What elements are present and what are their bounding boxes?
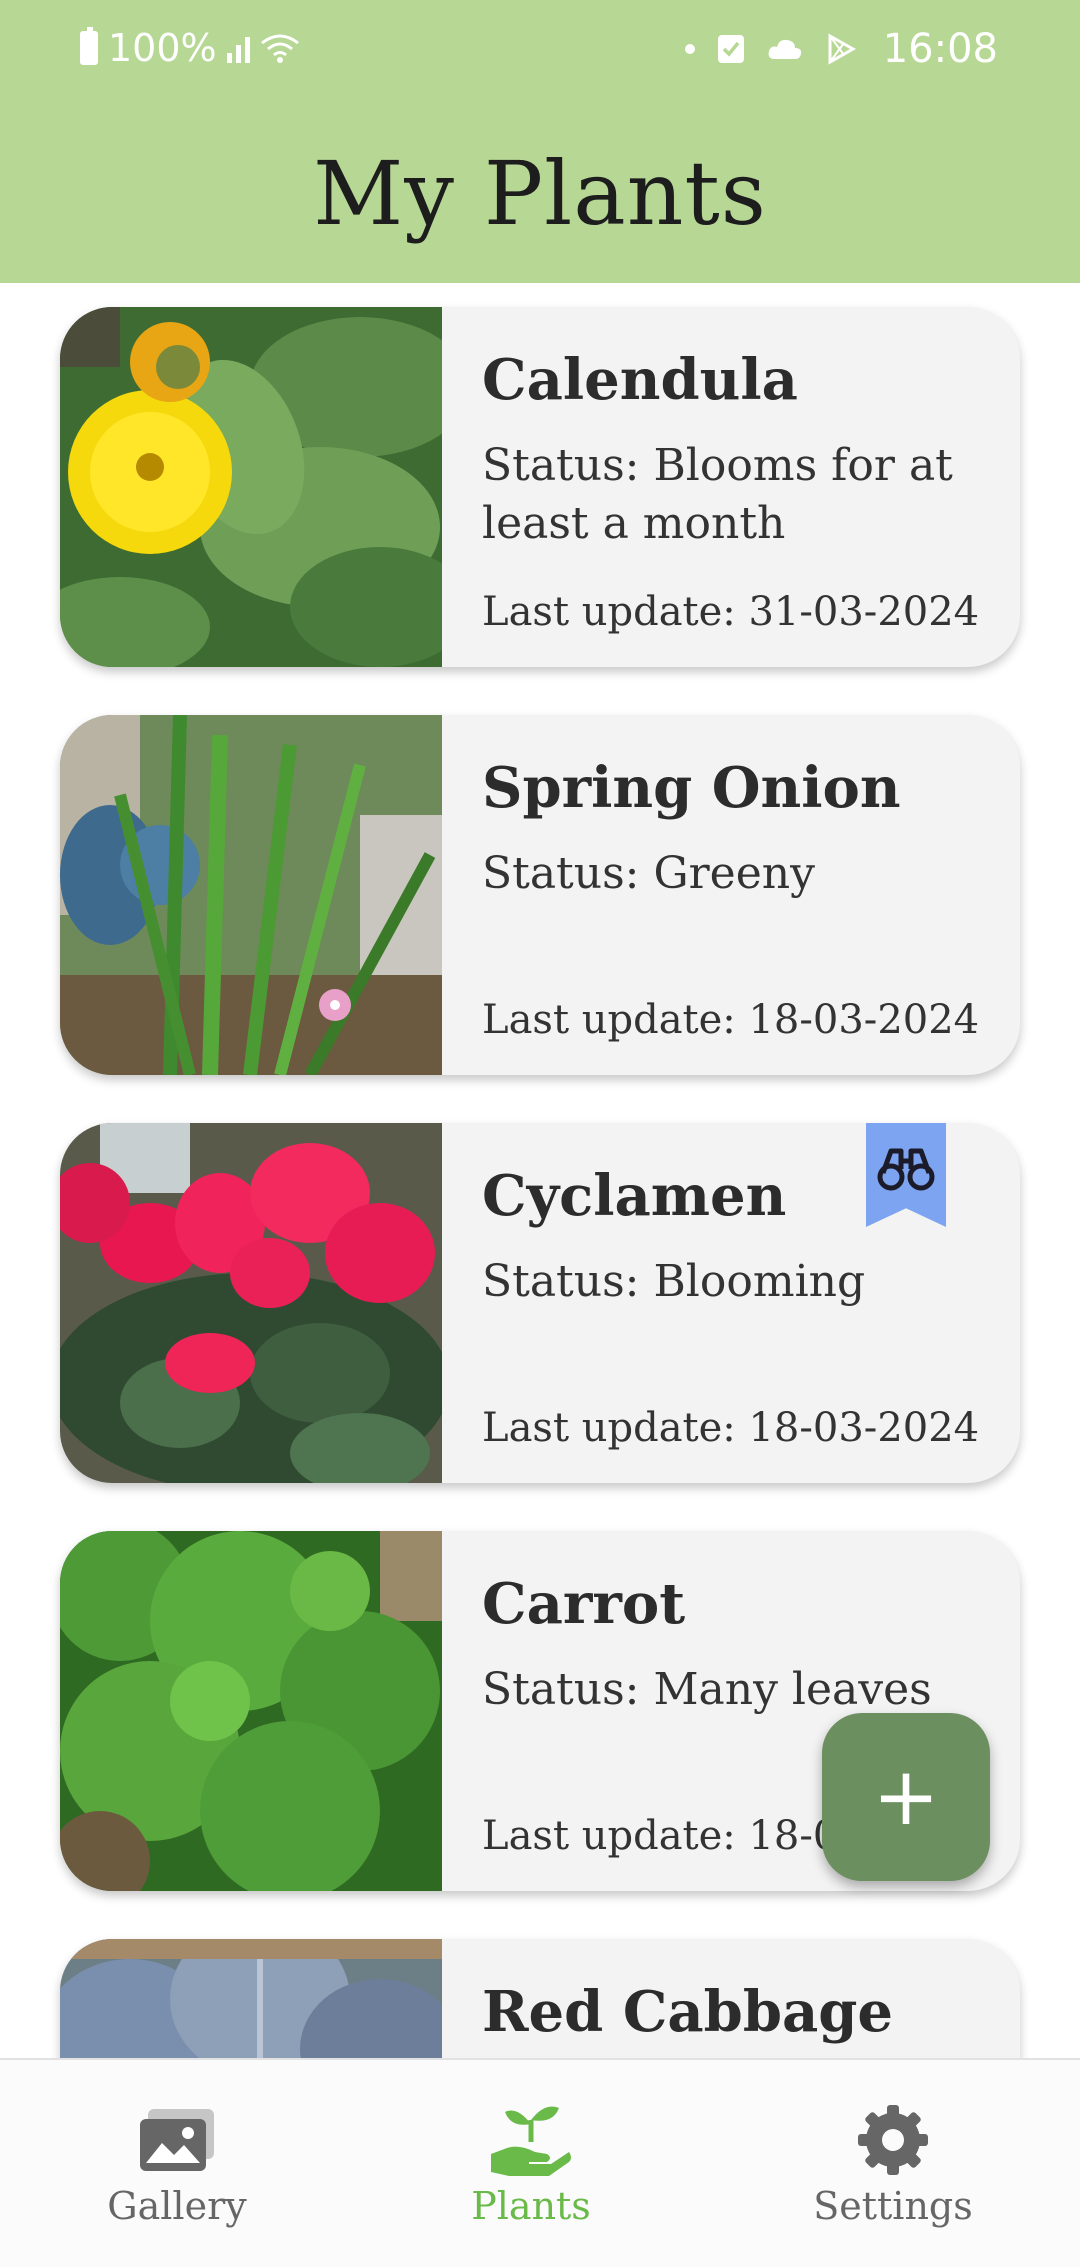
- plant-status: Status: Blooms for at least a month: [482, 440, 953, 549]
- battery-level: 100%: [108, 26, 217, 70]
- nav-gallery[interactable]: Gallery: [57, 2100, 297, 2228]
- status-right: 16:08: [684, 26, 998, 72]
- bottom-navigation: Gallery Plants Settings: [0, 2058, 1080, 2267]
- plant-card-red-cabbage[interactable]: Red Cabbage: [60, 1939, 1020, 2058]
- plant-in-hand-icon: [411, 2100, 651, 2180]
- gallery-icon: [57, 2100, 297, 2180]
- nav-settings[interactable]: Settings: [773, 2100, 1013, 2228]
- plant-name: Calendula: [482, 347, 798, 413]
- plant-card-calendula[interactable]: Calendula Status: Blooms for at least a …: [60, 307, 1020, 667]
- plant-name: Carrot: [482, 1571, 686, 1637]
- plant-card-cyclamen[interactable]: Cyclamen Status: Blooming Last update: 1…: [60, 1123, 1020, 1483]
- cloud-icon: [768, 39, 801, 59]
- plant-name: Cyclamen: [482, 1163, 787, 1229]
- notification-dot-icon: [684, 44, 695, 54]
- plant-name: Red Cabbage: [482, 1979, 894, 2045]
- plant-photo: [60, 1531, 442, 1891]
- plant-name: Spring Onion: [482, 755, 901, 821]
- app-root: 100% 16:08 My Plants Calendula Status: B…: [0, 0, 1080, 2267]
- plant-card-spring-onion[interactable]: Spring Onion Status: Greeny Last update:…: [60, 715, 1020, 1075]
- add-plant-button[interactable]: +: [822, 1713, 990, 1881]
- plus-icon: +: [872, 1750, 940, 1843]
- nav-label: Gallery: [107, 2184, 247, 2228]
- plant-status: Status: Greeny: [482, 848, 815, 899]
- nav-label: Plants: [471, 2184, 591, 2228]
- signal-icon: [226, 33, 250, 63]
- checkbox-notification-icon: [717, 35, 744, 63]
- plant-photo: [60, 1123, 442, 1483]
- nav-label: Settings: [813, 2184, 973, 2228]
- battery-icon: [80, 27, 98, 65]
- plant-photo: [60, 715, 442, 1075]
- plant-status: Status: Many leaves: [482, 1664, 932, 1715]
- plant-photo: [60, 1939, 442, 2058]
- nav-plants[interactable]: Plants: [411, 2100, 651, 2228]
- play-store-icon: [828, 33, 856, 65]
- app-header: 100% 16:08 My Plants: [0, 0, 1080, 283]
- plant-photo: [60, 307, 442, 667]
- status-bar: 100% 16:08: [0, 0, 1080, 100]
- binoculars-icon: [877, 1148, 935, 1191]
- gear-icon: [773, 2100, 1013, 2180]
- wifi-icon: [260, 34, 299, 63]
- plant-last-update: Last update: 18-03-2024: [482, 1405, 980, 1451]
- wishlist-bookmark[interactable]: [866, 1123, 946, 1227]
- page-title: My Plants: [313, 142, 767, 245]
- plant-last-update: Last update: 18-03-2024: [482, 997, 980, 1043]
- plant-last-update: Last update: 31-03-2024: [482, 589, 980, 635]
- plant-status: Status: Blooming: [482, 1256, 866, 1307]
- status-left: 100%: [80, 26, 300, 70]
- clock: 16:08: [882, 26, 998, 72]
